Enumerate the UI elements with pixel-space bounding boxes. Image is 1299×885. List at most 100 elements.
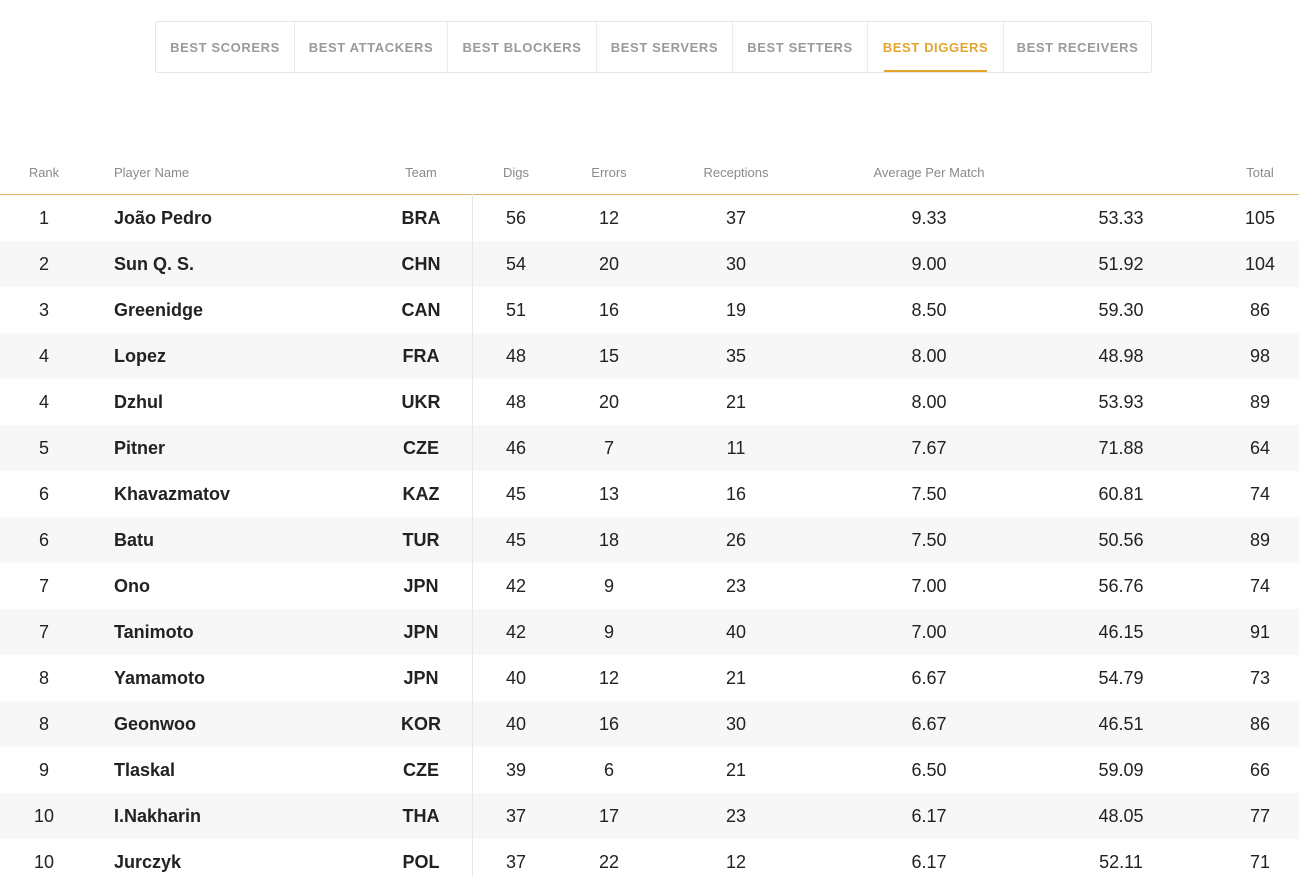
tab-best-scorers[interactable]: BEST SCORERS bbox=[156, 22, 295, 72]
total-cell: 66 bbox=[1249, 759, 1271, 780]
receptions-cell: 30 bbox=[725, 253, 747, 274]
percentage-cell: 59.09 bbox=[1098, 759, 1144, 780]
tab-best-attackers[interactable]: BEST ATTACKERS bbox=[295, 22, 448, 72]
header-unlabeled bbox=[1060, 151, 1182, 194]
percentage-cell: 60.81 bbox=[1098, 483, 1144, 504]
team-cell: UKR bbox=[401, 391, 441, 412]
table-row[interactable]: 9 Tlaskal CZE 39 6 21 6.50 59.09 66 bbox=[0, 747, 1299, 793]
player-name-cell: Sun Q. S. bbox=[114, 253, 195, 274]
digs-cell: 42 bbox=[505, 621, 527, 642]
tab-best-setters[interactable]: BEST SETTERS bbox=[733, 22, 868, 72]
header-rank[interactable]: Rank bbox=[0, 151, 88, 194]
percentage-cell: 71.88 bbox=[1098, 437, 1144, 458]
tab-best-receivers[interactable]: BEST RECEIVERS bbox=[1004, 22, 1151, 72]
total-cell: 74 bbox=[1249, 483, 1271, 504]
errors-cell: 12 bbox=[598, 207, 620, 228]
team-cell: KAZ bbox=[402, 483, 440, 504]
team-cell: BRA bbox=[401, 207, 441, 228]
rank-cell: 5 bbox=[38, 437, 49, 458]
digs-cell: 37 bbox=[505, 851, 527, 872]
player-name-cell: Lopez bbox=[114, 345, 166, 366]
receptions-cell: 21 bbox=[725, 391, 747, 412]
player-name-cell: Yamamoto bbox=[114, 667, 206, 688]
percentage-cell: 53.33 bbox=[1098, 207, 1144, 228]
percentage-cell: 52.11 bbox=[1099, 851, 1143, 872]
header-total[interactable]: Total bbox=[1222, 151, 1298, 194]
total-cell: 86 bbox=[1249, 713, 1271, 734]
player-name-cell: João Pedro bbox=[114, 207, 213, 228]
header-receptions[interactable]: Receptions bbox=[676, 151, 796, 194]
rank-cell: 4 bbox=[38, 345, 49, 366]
digs-cell: 40 bbox=[505, 713, 527, 734]
table-row[interactable]: 10 I.Nakharin THA 37 17 23 6.17 48.05 77 bbox=[0, 793, 1299, 839]
rank-cell: 4 bbox=[38, 391, 49, 412]
errors-cell: 7 bbox=[603, 437, 614, 458]
header-team[interactable]: Team bbox=[380, 151, 462, 194]
header-errors[interactable]: Errors bbox=[564, 151, 654, 194]
receptions-cell: 26 bbox=[725, 529, 747, 550]
average-per-match-cell: 6.50 bbox=[911, 759, 947, 780]
table-row[interactable]: 8 Geonwoo KOR 40 16 30 6.67 46.51 86 bbox=[0, 701, 1299, 747]
table-row[interactable]: 6 Batu TUR 45 18 26 7.50 50.56 89 bbox=[0, 517, 1299, 563]
digs-cell: 45 bbox=[505, 529, 527, 550]
team-cell: THA bbox=[402, 805, 440, 826]
team-cell: CZE bbox=[403, 759, 439, 780]
diggers-table: Rank Player Name Team Digs Errors Recept… bbox=[0, 151, 1299, 885]
total-cell: 71 bbox=[1249, 851, 1271, 872]
table-body: 1 João Pedro BRA 56 12 37 9.33 53.33 105 2 Sun Q. … bbox=[0, 195, 1299, 885]
table-row[interactable]: 4 Lopez FRA 48 15 35 8.00 48.98 98 bbox=[0, 333, 1299, 379]
table-row[interactable]: 10 Jurczyk POL 37 22 12 6.17 52.11 71 bbox=[0, 839, 1299, 885]
player-name-cell: Batu bbox=[114, 529, 154, 550]
total-cell: 77 bbox=[1249, 805, 1271, 826]
rank-cell: 7 bbox=[38, 621, 49, 642]
errors-cell: 20 bbox=[598, 253, 620, 274]
team-cell: POL bbox=[402, 851, 440, 872]
digs-cell: 48 bbox=[505, 345, 527, 366]
table-row[interactable]: 4 Dzhul UKR 48 20 21 8.00 53.93 89 bbox=[0, 379, 1299, 425]
tab-best-blockers[interactable]: BEST BLOCKERS bbox=[448, 22, 597, 72]
average-per-match-cell: 6.17 bbox=[911, 851, 947, 872]
errors-cell: 9 bbox=[603, 575, 614, 596]
table-row[interactable]: 8 Yamamoto JPN 40 12 21 6.67 54.79 73 bbox=[0, 655, 1299, 701]
total-cell: 64 bbox=[1249, 437, 1271, 458]
team-cell: TUR bbox=[402, 529, 440, 550]
tab-best-diggers[interactable]: BEST DIGGERS bbox=[868, 22, 1004, 72]
average-per-match-cell: 7.00 bbox=[911, 621, 947, 642]
errors-cell: 12 bbox=[598, 667, 620, 688]
table-row[interactable]: 7 Ono JPN 42 9 23 7.00 56.76 74 bbox=[0, 563, 1299, 609]
receptions-cell: 23 bbox=[725, 575, 747, 596]
receptions-cell: 11 bbox=[726, 437, 746, 458]
header-digs[interactable]: Digs bbox=[474, 151, 558, 194]
percentage-cell: 59.30 bbox=[1098, 299, 1144, 320]
average-per-match-cell: 7.50 bbox=[911, 483, 947, 504]
average-per-match-cell: 8.00 bbox=[911, 391, 947, 412]
table-row[interactable]: 7 Tanimoto JPN 42 9 40 7.00 46.15 91 bbox=[0, 609, 1299, 655]
errors-cell: 13 bbox=[598, 483, 620, 504]
team-cell: KOR bbox=[401, 713, 441, 734]
player-name-cell: Khavazmatov bbox=[114, 483, 231, 504]
header-player-name[interactable]: Player Name bbox=[114, 151, 374, 194]
total-cell: 98 bbox=[1249, 345, 1271, 366]
average-per-match-cell: 9.33 bbox=[911, 207, 947, 228]
total-cell: 74 bbox=[1249, 575, 1271, 596]
tab-best-servers[interactable]: BEST SERVERS bbox=[597, 22, 733, 72]
team-cell: FRA bbox=[402, 345, 440, 366]
percentage-cell: 46.51 bbox=[1098, 713, 1144, 734]
percentage-cell: 46.15 bbox=[1098, 621, 1144, 642]
table-row[interactable]: 1 João Pedro BRA 56 12 37 9.33 53.33 105 bbox=[0, 195, 1299, 241]
table-row[interactable]: 2 Sun Q. S. CHN 54 20 30 9.00 51.92 104 bbox=[0, 241, 1299, 287]
table-row[interactable]: 6 Khavazmatov KAZ 45 13 16 7.50 60.81 74 bbox=[0, 471, 1299, 517]
table-row[interactable]: 3 Greenidge CAN 51 16 19 8.50 59.30 86 bbox=[0, 287, 1299, 333]
digs-cell: 37 bbox=[505, 805, 527, 826]
average-per-match-cell: 6.67 bbox=[911, 667, 947, 688]
table-row[interactable]: 5 Pitner CZE 46 7 11 7.67 71.88 64 bbox=[0, 425, 1299, 471]
errors-cell: 16 bbox=[598, 713, 620, 734]
errors-cell: 9 bbox=[603, 621, 614, 642]
team-cell: CZE bbox=[403, 437, 439, 458]
percentage-cell: 48.05 bbox=[1098, 805, 1144, 826]
receptions-cell: 35 bbox=[725, 345, 747, 366]
team-cell: JPN bbox=[403, 575, 439, 596]
percentage-cell: 54.79 bbox=[1098, 667, 1144, 688]
digs-cell: 56 bbox=[505, 207, 527, 228]
header-average-per-match[interactable]: Average Per Match bbox=[840, 151, 1018, 194]
